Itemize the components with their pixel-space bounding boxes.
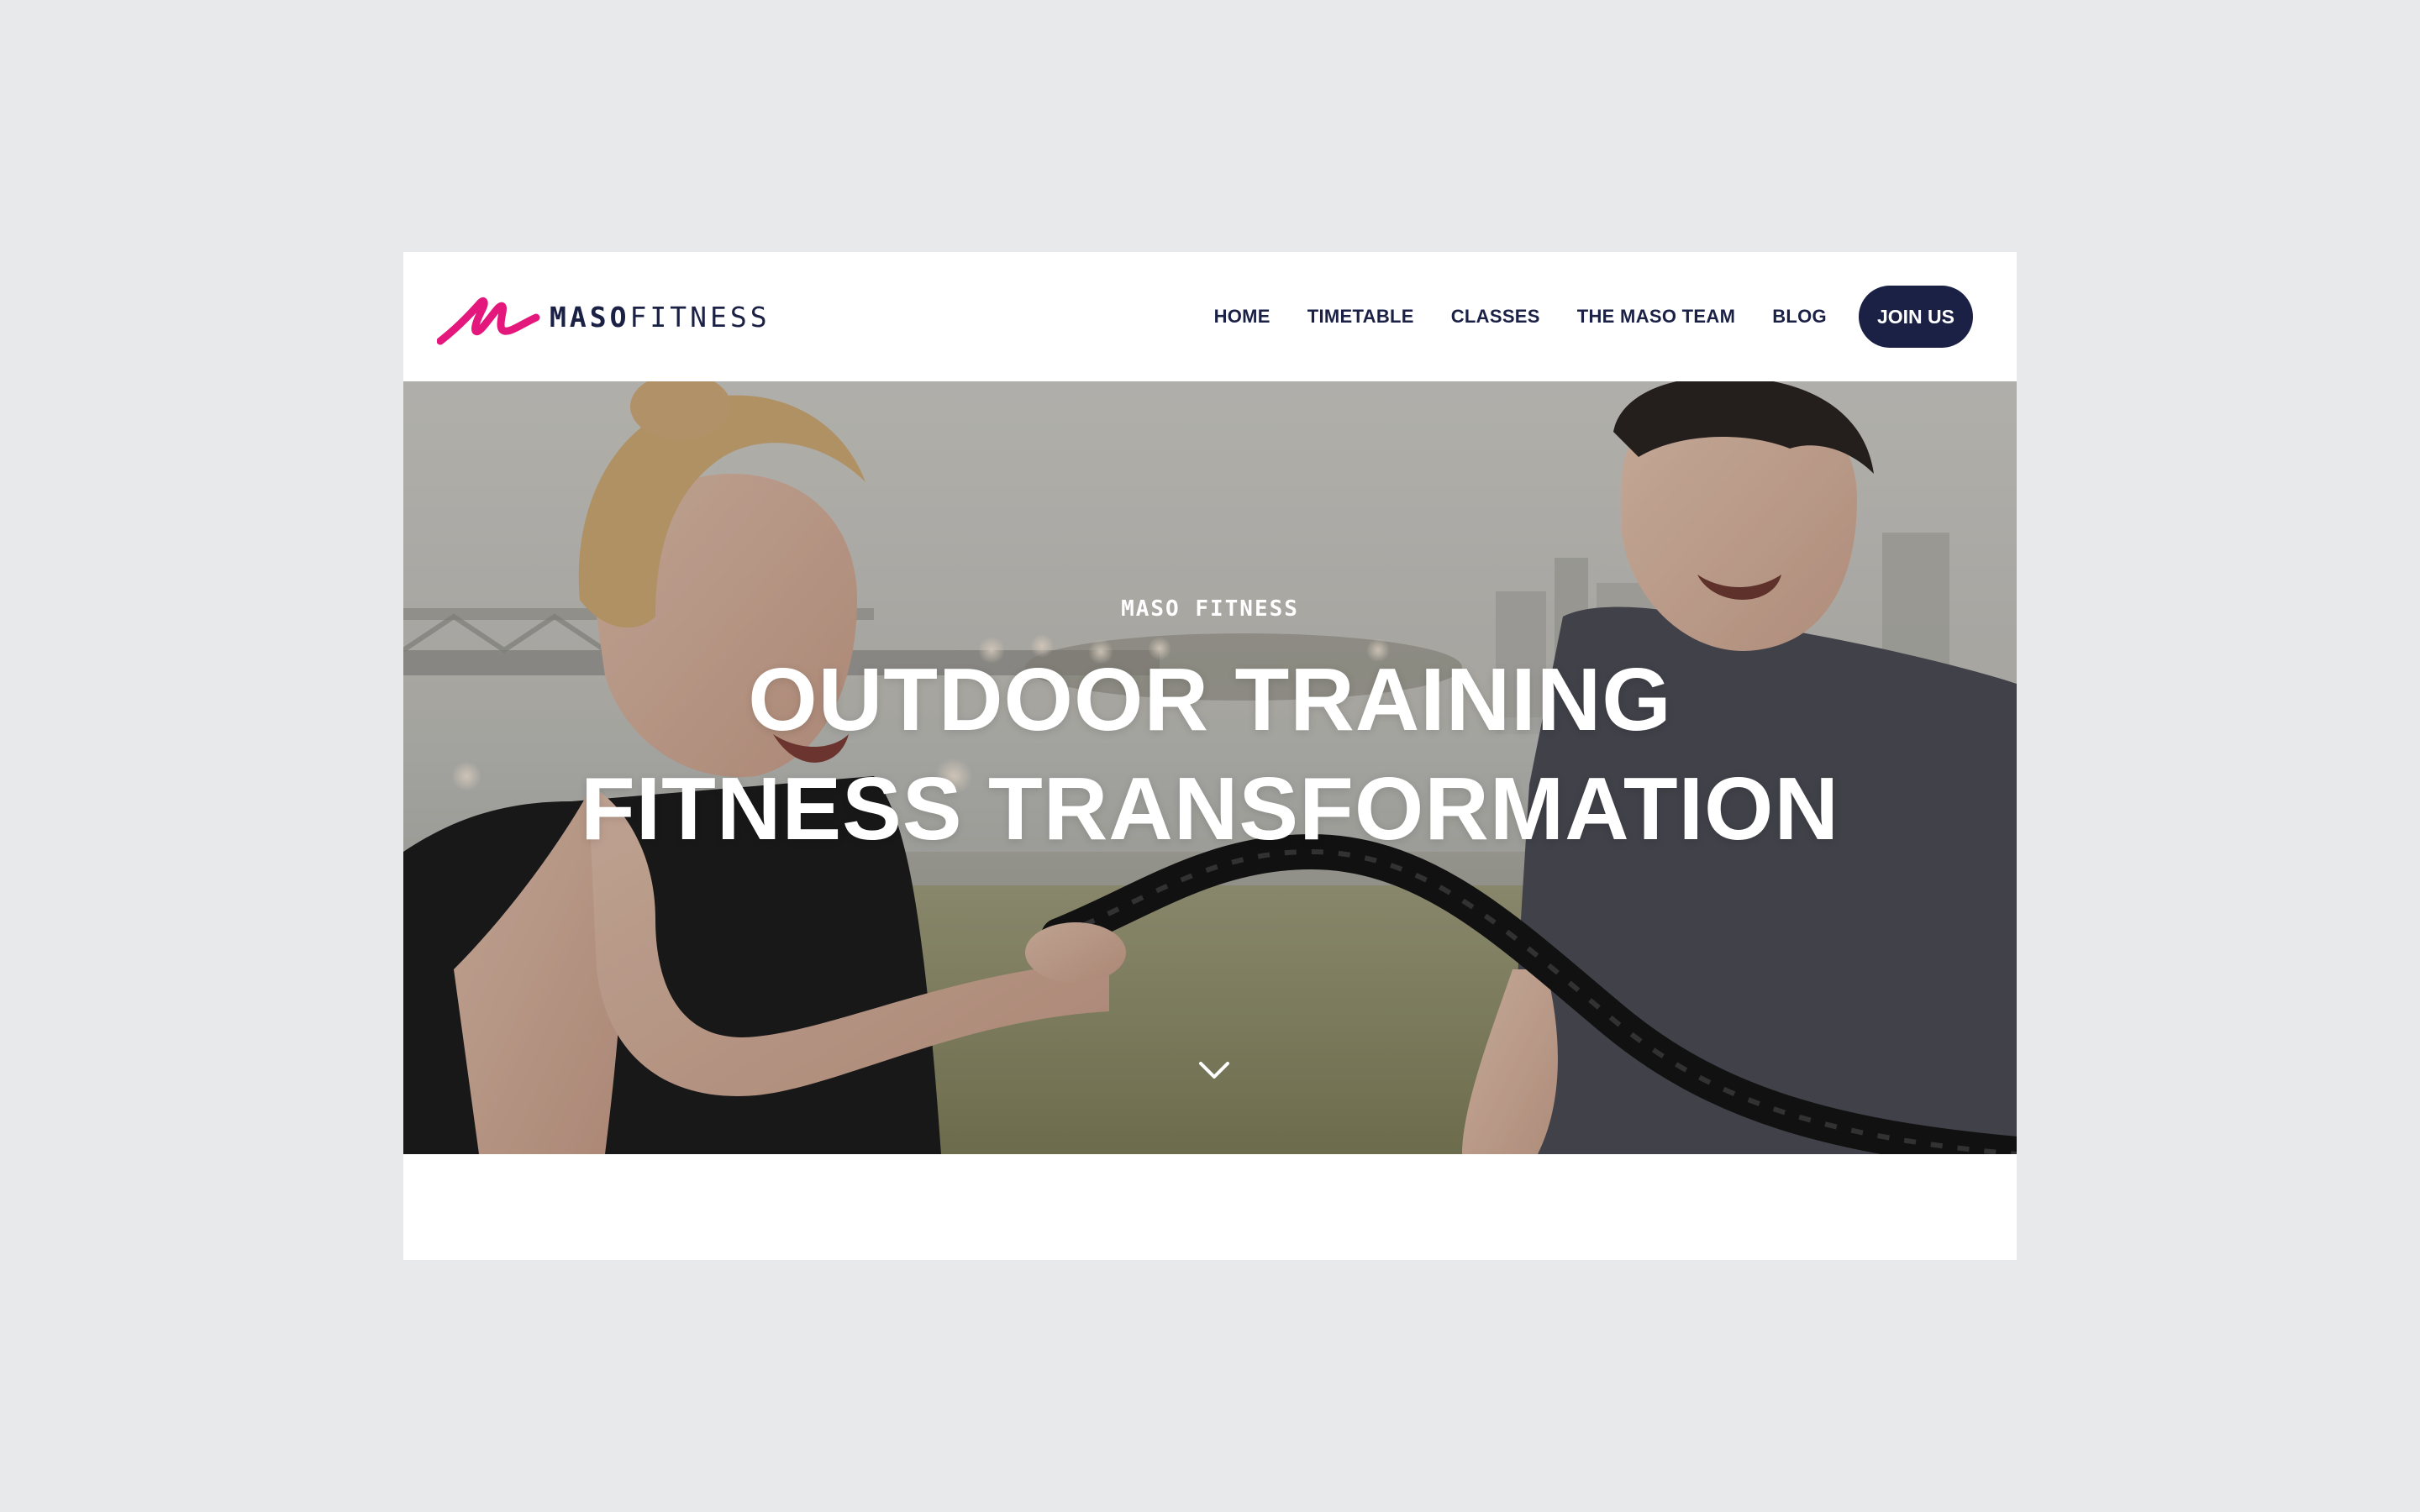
nav-home[interactable]: HOME: [1214, 306, 1270, 328]
hero-title-line-2: FITNESS TRANSFORMATION: [580, 759, 1840, 858]
browser-page: MASOFITNESS HOME TIMETABLE CLASSES THE M…: [403, 252, 2017, 1260]
logo-word-maso: MASO: [550, 300, 630, 333]
hero-title: OUTDOOR TRAINING FITNESS TRANSFORMATION: [403, 645, 2017, 864]
content-area-start: [403, 1154, 2017, 1260]
nav-classes[interactable]: CLASSES: [1451, 306, 1540, 328]
site-header: MASOFITNESS HOME TIMETABLE CLASSES THE M…: [403, 252, 2017, 381]
nav-timetable[interactable]: TIMETABLE: [1307, 306, 1414, 328]
join-us-button[interactable]: JOIN US: [1858, 286, 1973, 348]
site-logo[interactable]: MASOFITNESS: [437, 287, 771, 346]
nav-blog[interactable]: BLOG: [1772, 306, 1827, 328]
hero-kicker: MASO FITNESS: [1121, 596, 1299, 622]
hero-section: MASO FITNESS OUTDOOR TRAINING FITNESS TR…: [403, 381, 2017, 1154]
nav-the-maso-team[interactable]: THE MASO TEAM: [1577, 306, 1735, 328]
main-nav: HOME TIMETABLE CLASSES THE MASO TEAM BLO…: [1214, 286, 1973, 348]
hero-title-line-1: OUTDOOR TRAINING: [748, 650, 1672, 749]
maso-brush-logo-icon: [437, 297, 540, 345]
logo-word-fitness: FITNESS: [629, 300, 771, 333]
chevron-down-icon[interactable]: [1197, 1058, 1231, 1082]
logo-wordmark: MASOFITNESS: [550, 303, 771, 331]
